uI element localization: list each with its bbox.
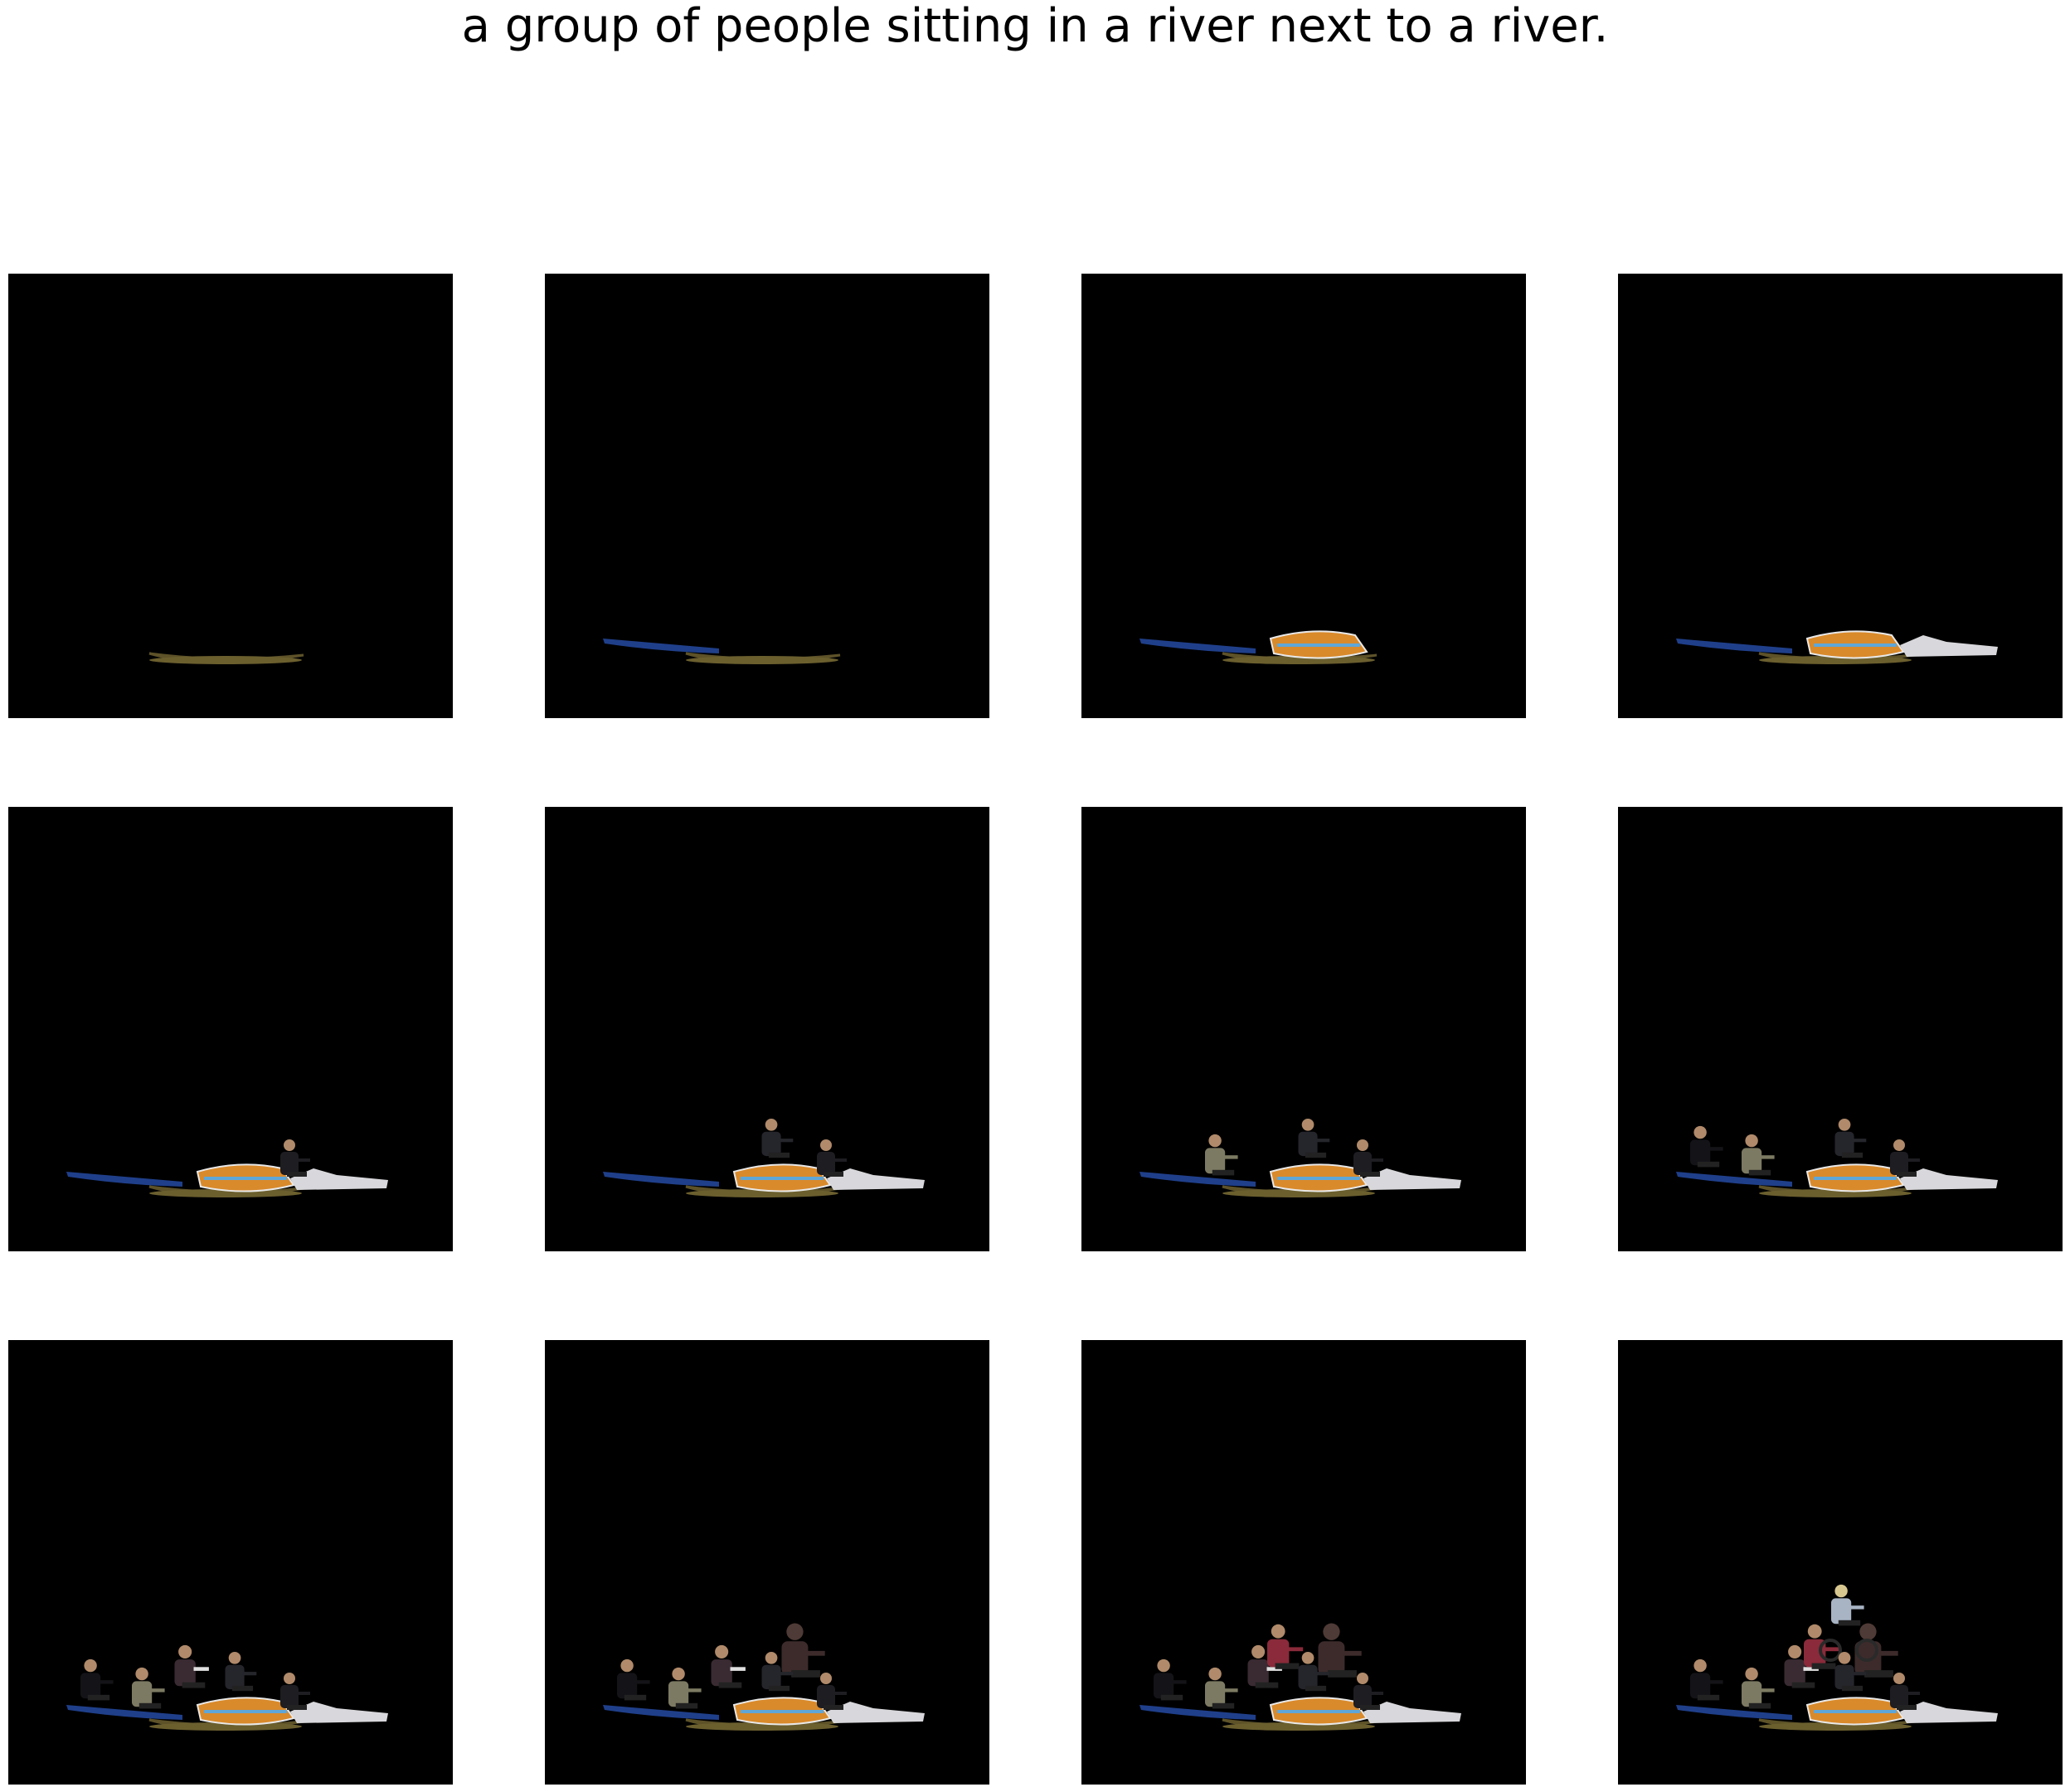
boat-orange [1269, 630, 1368, 659]
person-dark-center [1298, 1118, 1330, 1158]
frame-canvas [1139, 1623, 1461, 1731]
person-brown-large [1318, 1623, 1362, 1678]
person-dark-right [280, 1139, 310, 1177]
boat-white [290, 1702, 388, 1723]
person-khaki [1205, 1134, 1238, 1176]
frame-step-7 [1081, 807, 1526, 1251]
frame-step-12 [1618, 1340, 2063, 1785]
boat-orange [732, 1163, 832, 1192]
frame-step-9 [8, 1340, 453, 1785]
frame-canvas [603, 1118, 925, 1197]
frame-canvas [148, 652, 304, 664]
boat-orange [1269, 1697, 1368, 1726]
frame-step-10 [545, 1340, 989, 1785]
person-dark-center [225, 1651, 257, 1692]
boat-white [827, 1702, 925, 1723]
person-dark-right [817, 1139, 847, 1177]
frame-canvas [66, 1139, 388, 1197]
kayak-blue [1676, 1705, 1792, 1720]
boat-white [1900, 1168, 1998, 1190]
boat-orange [732, 1697, 832, 1726]
person-dark-right [1353, 1139, 1383, 1177]
boat-orange [1805, 1163, 1905, 1192]
frame-canvas [1676, 630, 1998, 664]
boat-orange [1805, 1697, 1905, 1726]
person-red [1267, 1624, 1304, 1669]
frame-canvas [1676, 1118, 1998, 1197]
frame-canvas [1139, 1118, 1461, 1197]
boat-orange [1269, 1163, 1368, 1192]
person-khaki [668, 1667, 702, 1709]
boat-white [1363, 1168, 1461, 1190]
kayak-blue [1139, 1172, 1256, 1187]
kayak-blue [1139, 639, 1256, 653]
person-khaki [132, 1667, 165, 1709]
kayak-blue [66, 1705, 182, 1720]
canoe-gold [148, 652, 304, 664]
boat-white [1900, 635, 1998, 657]
boat-white [1363, 1702, 1461, 1723]
person-khaki [1742, 1667, 1775, 1709]
frame-step-6 [545, 807, 989, 1251]
person-dark-right [817, 1673, 847, 1710]
person-khaki [1742, 1134, 1775, 1176]
boat-white [1900, 1702, 1998, 1723]
person-black-left [80, 1658, 114, 1701]
person-dark-center [761, 1118, 794, 1158]
person-brown-large [781, 1623, 825, 1678]
person-black-left [617, 1658, 650, 1701]
boat-white [290, 1168, 388, 1190]
person-dark-center [1834, 1118, 1867, 1158]
frame-step-5 [8, 807, 453, 1251]
frame-canvas [603, 1623, 925, 1731]
frame-step-1 [8, 274, 453, 718]
person-dark-right [1890, 1139, 1920, 1177]
person-dark-right [280, 1673, 310, 1710]
person-dark-right [1353, 1673, 1383, 1710]
frame-canvas [603, 639, 841, 664]
boat-orange [196, 1697, 295, 1726]
person-black-left [1690, 1658, 1723, 1701]
frame-canvas [66, 1644, 388, 1731]
frame-step-2 [545, 274, 989, 718]
kayak-blue [1139, 1705, 1256, 1720]
figure-caption: a group of people sitting in a river nex… [461, 0, 1609, 53]
frame-step-11 [1081, 1340, 1526, 1785]
person-dark-right [1890, 1673, 1920, 1710]
kayak-blue [603, 639, 719, 653]
frame-canvas [1676, 1584, 1998, 1731]
person-black-left [1154, 1658, 1187, 1701]
kayak-blue [1676, 639, 1792, 653]
frame-step-4 [1618, 274, 2063, 718]
person-black-left [1690, 1125, 1723, 1168]
person-striped [711, 1644, 746, 1688]
boat-white [827, 1168, 925, 1190]
boat-orange [1805, 630, 1905, 659]
person-khaki [1205, 1667, 1238, 1709]
canoe-gold [685, 652, 841, 664]
frame-canvas [1139, 630, 1378, 664]
kayak-blue [603, 1172, 719, 1187]
kayak-blue [603, 1705, 719, 1720]
boat-orange [196, 1163, 295, 1192]
frame-step-3 [1081, 274, 1526, 718]
person-striped [174, 1644, 209, 1688]
kayak-blue [66, 1172, 182, 1187]
kayak-blue [1676, 1172, 1792, 1187]
frame-step-8 [1618, 807, 2063, 1251]
